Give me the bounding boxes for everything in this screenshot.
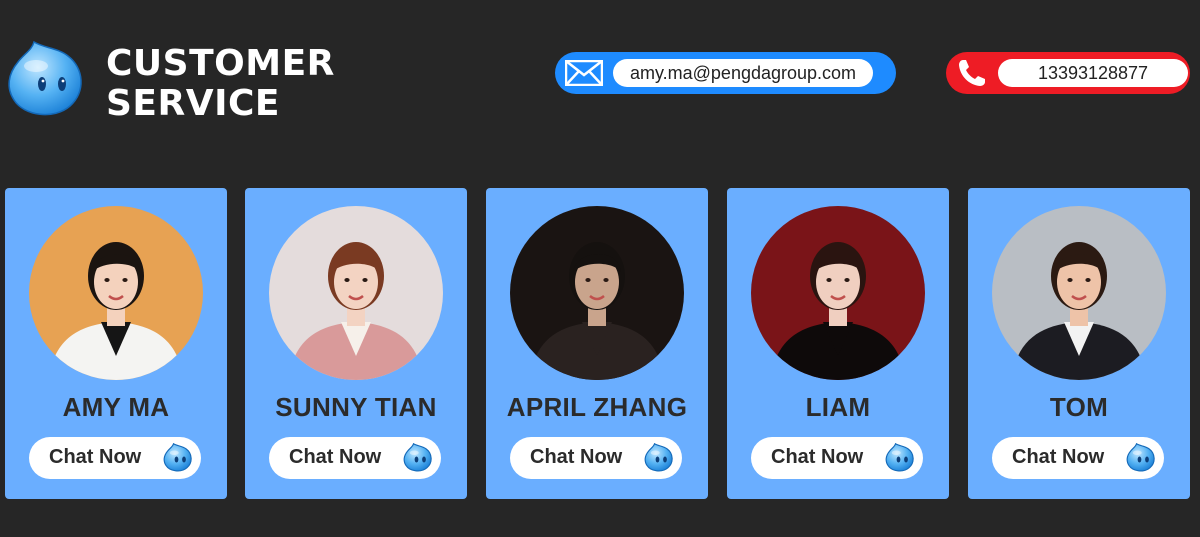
page-title: CUSTOMER SERVICE: [106, 44, 335, 124]
chat-now-button[interactable]: Chat Now: [992, 437, 1164, 479]
chat-now-button[interactable]: Chat Now: [510, 437, 682, 479]
droplet-chat-icon: [644, 442, 674, 473]
phone-icon: [946, 58, 998, 88]
agent-card: SUNNY TIAN Chat Now: [245, 188, 467, 499]
agent-avatar: [29, 206, 203, 380]
email-address[interactable]: amy.ma@pengdagroup.com: [613, 59, 873, 87]
droplet-chat-icon: [163, 442, 193, 473]
agent-name: TOM: [1049, 392, 1109, 422]
chat-now-label: Chat Now: [49, 446, 142, 468]
title-line-2: SERVICE: [106, 83, 281, 124]
phone-number[interactable]: 13393128877: [998, 59, 1188, 87]
chat-now-label: Chat Now: [530, 446, 623, 468]
chat-now-button[interactable]: Chat Now: [269, 437, 441, 479]
agent-card: TOM Chat Now: [968, 188, 1190, 499]
logo-droplet-icon: [6, 40, 86, 120]
chat-now-label: Chat Now: [771, 446, 864, 468]
droplet-chat-icon: [403, 442, 433, 473]
agent-avatar: [269, 206, 443, 380]
chat-now-button[interactable]: Chat Now: [29, 437, 201, 479]
chat-now-button[interactable]: Chat Now: [751, 437, 923, 479]
agent-card: AMY MA Chat Now: [5, 188, 227, 499]
email-contact[interactable]: amy.ma@pengdagroup.com: [555, 52, 896, 94]
agent-avatar: [992, 206, 1166, 380]
agent-card: LIAM Chat Now: [727, 188, 949, 499]
agent-card: APRIL ZHANG Chat Now: [486, 188, 708, 499]
agent-avatar: [510, 206, 684, 380]
agent-avatar: [751, 206, 925, 380]
chat-now-label: Chat Now: [1012, 446, 1105, 468]
agent-name: APRIL ZHANG: [506, 392, 688, 422]
agent-name: AMY MA: [62, 392, 170, 422]
envelope-icon: [555, 60, 613, 86]
phone-contact[interactable]: 13393128877: [946, 52, 1190, 94]
title-line-1: CUSTOMER: [106, 43, 335, 84]
chat-now-label: Chat Now: [289, 446, 382, 468]
droplet-chat-icon: [1126, 442, 1156, 473]
agent-name: LIAM: [805, 392, 871, 422]
droplet-chat-icon: [885, 442, 915, 473]
agent-name: SUNNY TIAN: [275, 392, 437, 422]
